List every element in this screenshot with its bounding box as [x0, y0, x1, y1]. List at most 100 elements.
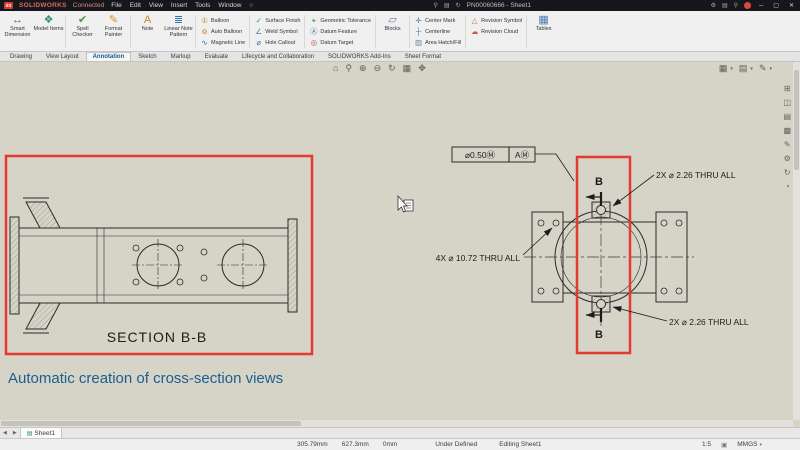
sheet-format-icon[interactable]: ▤: [739, 63, 748, 74]
view-settings-icon[interactable]: ▦: [403, 63, 412, 74]
datum-feature-button[interactable]: Ⓐ Datum Feature: [309, 26, 371, 37]
unit-system[interactable]: MMGS: [737, 441, 757, 448]
zoom-to-fit-icon[interactable]: ⌂: [333, 63, 338, 74]
zoom-in-icon[interactable]: ⊕: [359, 63, 367, 74]
status-grid-icon[interactable]: ▣: [721, 441, 727, 449]
tab-drawing[interactable]: Drawing: [3, 52, 39, 61]
blocks-label: Blocks: [384, 26, 400, 32]
user-avatar[interactable]: [744, 2, 751, 9]
constraint-status: Under Defined: [435, 441, 477, 448]
menu-view[interactable]: View: [148, 2, 164, 9]
close-button[interactable]: ✕: [787, 2, 796, 9]
centerline-button[interactable]: ┼ Centerline: [414, 26, 461, 37]
task-pane-icon[interactable]: ▤: [783, 112, 791, 121]
geometric-tolerance-icon: ⌖: [309, 16, 318, 26]
settings-icon[interactable]: ⚙: [711, 2, 716, 9]
help-search-icon[interactable]: ⚲: [734, 2, 738, 9]
custom-properties-icon[interactable]: ✎: [784, 140, 791, 149]
model-items-button[interactable]: ❖ Model Items: [33, 13, 64, 50]
tab-markup[interactable]: Markup: [164, 52, 198, 61]
sheet-tab-sheet1[interactable]: ▤ Sheet1: [20, 428, 62, 438]
datum-target-button[interactable]: ◎ Datum Target: [309, 37, 371, 48]
datum-target-icon: ◎: [309, 38, 318, 47]
center-mark-button[interactable]: ✛ Center Mark: [414, 15, 461, 26]
centerline-icon: ┼: [414, 27, 423, 36]
menu-file[interactable]: File: [110, 2, 122, 9]
reload-icon[interactable]: ↻: [784, 168, 791, 177]
appearance-icon[interactable]: ▩: [783, 126, 791, 135]
weld-symbol-button[interactable]: ∠ Weld Symbol: [254, 26, 300, 37]
parent-view[interactable]: [524, 192, 694, 326]
revision-cloud-button[interactable]: ☁ Revision Cloud: [470, 26, 522, 37]
tab-view-layout[interactable]: View Layout: [39, 52, 86, 61]
search-icon[interactable]: ⚲: [434, 2, 438, 9]
right-panel-toolbar: ⊞ ◫ ▤ ▩ ✎ ⚙ ↻ ◔: [783, 84, 791, 191]
surface-finish-button[interactable]: ✓ Surface Finish: [254, 15, 300, 26]
markup-pen-icon[interactable]: ✎: [759, 63, 767, 74]
horizontal-scrollbar-thumb[interactable]: [1, 421, 301, 426]
datum-feature-label: Datum Feature: [320, 29, 357, 35]
settings-icon[interactable]: ⚙: [784, 154, 791, 163]
tab-sketch[interactable]: Sketch: [131, 52, 163, 61]
pan-icon[interactable]: ✥: [418, 63, 426, 74]
next-sheet-icon[interactable]: ▶: [10, 430, 20, 436]
tab-lifecycle-collaboration[interactable]: Lifecycle and Collaboration: [235, 52, 321, 61]
zoom-to-area-icon[interactable]: ⚲: [345, 63, 352, 74]
auto-balloon-button[interactable]: ⊚ Auto Balloon: [200, 26, 245, 37]
task-pane-icon[interactable]: ▤: [722, 2, 728, 9]
section-view-b-b[interactable]: [10, 198, 297, 333]
hole-callout-left[interactable]: 4X ⌀ 10.72 THRU ALL: [436, 253, 521, 263]
balloon-button[interactable]: ① Balloon: [200, 15, 245, 26]
maximize-button[interactable]: ▢: [771, 2, 781, 9]
tab-annotation[interactable]: Annotation: [86, 52, 132, 61]
linear-note-pattern-button[interactable]: ≣ Linear Note Pattern: [163, 13, 194, 50]
graphics-area[interactable]: SECTION B-B: [0, 62, 800, 427]
hole-callout-bottom[interactable]: 2X ⌀ 2.26 THRU ALL: [669, 317, 749, 327]
blocks-button[interactable]: ▱ Blocks: [377, 13, 408, 50]
add-sheet-icon[interactable]: ⊞: [784, 84, 791, 93]
spell-checker-button[interactable]: ✔ Spell Checker: [67, 13, 98, 50]
hole-callout-button[interactable]: ⌀ Hole Callout: [254, 37, 300, 48]
magnetic-line-button[interactable]: ∿ Magnetic Line: [200, 37, 245, 48]
surface-finish-label: Surface Finish: [265, 18, 300, 24]
sheet-scale[interactable]: 1:5: [702, 441, 711, 448]
recent-docs-icon[interactable]: ◔: [785, 182, 790, 191]
tab-evaluate[interactable]: Evaluate: [198, 52, 235, 61]
sheet-tab-label: Sheet1: [34, 430, 55, 437]
rebuild-icon[interactable]: ↻: [456, 2, 461, 9]
weld-symbol-label: Weld Symbol: [265, 29, 297, 35]
revision-symbol-label: Revision Symbol: [481, 18, 522, 24]
smart-dimension-button[interactable]: ↔ Smart Dimension: [2, 13, 33, 50]
horizontal-scrollbar[interactable]: [0, 420, 793, 427]
chevron-down-icon: ▾: [759, 442, 762, 448]
hole-callout-top[interactable]: 2X ⌀ 2.26 THRU ALL: [656, 170, 736, 180]
tab-sheet-format[interactable]: Sheet Format: [398, 52, 448, 61]
pin-menu-icon[interactable]: ☆: [248, 2, 253, 9]
previous-sheet-icon[interactable]: ◀: [0, 430, 10, 436]
menu-edit[interactable]: Edit: [129, 2, 142, 9]
zoom-out-icon[interactable]: ⊖: [374, 63, 382, 74]
geometric-tolerance-button[interactable]: ⌖ Geometric Tolerance: [309, 15, 371, 26]
menu-window[interactable]: Window: [217, 2, 242, 9]
tab-solidworks-add-ins[interactable]: SOLIDWORKS Add-Ins: [321, 52, 398, 61]
area-hatch-button[interactable]: ▨ Area Hatch/Fill: [414, 37, 461, 48]
model-items-label: Model Items: [34, 26, 64, 32]
menu-insert[interactable]: Insert: [170, 2, 188, 9]
tables-button[interactable]: ▦ Tables: [528, 13, 559, 50]
sheet-properties-icon[interactable]: ▤: [444, 2, 450, 9]
grid-settings-icon[interactable]: ▦: [719, 63, 728, 74]
center-mark-label: Center Mark: [425, 18, 455, 24]
menu-tools[interactable]: Tools: [194, 2, 211, 9]
format-painter-button[interactable]: ✎ Format Painter: [98, 13, 129, 50]
note-button[interactable]: A Note: [132, 13, 163, 50]
revision-symbol-button[interactable]: △ Revision Symbol: [470, 15, 522, 26]
vertical-scrollbar[interactable]: [793, 62, 800, 420]
rotate-view-icon[interactable]: ↻: [388, 63, 396, 74]
command-manager-tabs: Drawing View Layout Annotation Sketch Ma…: [0, 52, 800, 62]
pointer-z-coordinate: 0mm: [383, 441, 397, 448]
pointer-y-coordinate: 627.3mm: [342, 441, 369, 448]
highlight-box-section-view: [6, 156, 312, 354]
view-palette-icon[interactable]: ◫: [783, 98, 791, 107]
vertical-scrollbar-thumb[interactable]: [794, 70, 799, 170]
minimize-button[interactable]: ─: [757, 3, 765, 9]
